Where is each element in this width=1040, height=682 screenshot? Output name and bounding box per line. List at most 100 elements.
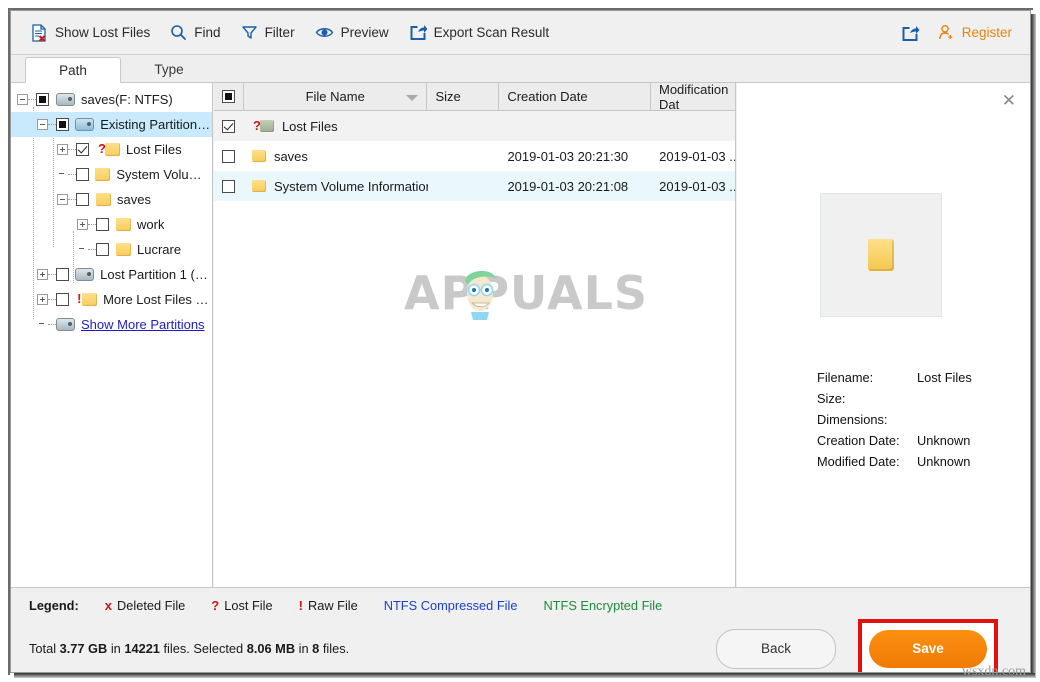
back-label: Back [760, 641, 791, 656]
tree-node[interactable]: Show More Partitions [11, 312, 212, 337]
legend-mark-icon: x [104, 598, 112, 613]
watermark-text: APPUALS [404, 266, 649, 320]
legend-label: Lost File [224, 598, 273, 613]
tree-node-label: More Lost Files (RA... [103, 292, 212, 307]
select-all-checkbox[interactable] [221, 90, 235, 103]
partition-tree[interactable]: saves(F: NTFS) Existing Partition (N... Lo… [11, 83, 212, 337]
tree-node[interactable]: Existing Partition (N... [11, 112, 212, 137]
tree-node-label: work [137, 217, 165, 232]
expand-icon[interactable] [77, 219, 88, 230]
share-icon[interactable] [901, 24, 920, 42]
header-file-name[interactable]: File Name [244, 83, 428, 110]
table-row[interactable]: System Volume Information 2019-01-03 20:2… [214, 171, 735, 201]
toolbar-label: Filter [264, 25, 295, 40]
sort-descending-icon[interactable] [406, 95, 419, 101]
tree-node-checkbox[interactable] [96, 243, 109, 256]
tree-node[interactable]: work [11, 212, 212, 237]
tree-node[interactable]: saves [11, 187, 212, 212]
cell-modification-date: 2019-01-03 ... [659, 178, 735, 194]
close-icon[interactable]: ✕ [1002, 91, 1016, 111]
header-label: Creation Date [507, 89, 588, 104]
tree-node[interactable]: More Lost Files (RA... [11, 287, 212, 312]
expand-icon[interactable] [57, 144, 68, 155]
row-checkbox[interactable] [222, 119, 236, 133]
row-checkbox-cell[interactable] [214, 179, 244, 193]
header-modification-date[interactable]: Modification Dat [651, 83, 735, 112]
window-shadow-right [1031, 14, 1036, 678]
partition-tree-pane[interactable]: saves(F: NTFS) Existing Partition (N... Lo… [11, 83, 213, 587]
tree-node-label: Lucrare [137, 242, 182, 257]
collapse-icon[interactable] [17, 94, 28, 105]
tree-node[interactable]: Lost Files [11, 137, 212, 162]
app-root: Show Lost Files Find Filter Preview Expo… [0, 0, 1040, 682]
tree-node-checkbox[interactable] [76, 143, 89, 156]
folder-lost-icon [253, 119, 274, 133]
tree-node-checkbox[interactable] [36, 93, 49, 106]
drive-blue-icon [75, 118, 95, 131]
folder-icon [96, 193, 111, 206]
preview-field: Size: [817, 388, 972, 409]
header-size[interactable]: Size [427, 83, 500, 110]
tree-connector [68, 198, 76, 201]
toolbar-label: Show Lost Files [55, 25, 151, 40]
funnel-icon [241, 24, 258, 41]
preview-field: Modified Date: Unknown [817, 451, 972, 472]
tree-node-checkbox[interactable] [96, 218, 109, 231]
tree-connector [28, 98, 36, 101]
folder-icon [116, 218, 131, 231]
tree-node[interactable]: Lost Partition 1 (FAT... [11, 262, 212, 287]
row-checkbox[interactable] [222, 149, 236, 163]
file-list-pane[interactable]: File Name Size Creation Date Modificatio… [214, 83, 736, 587]
table-row[interactable]: saves 2019-01-03 20:21:30 2019-01-03 ... [214, 141, 735, 171]
appuals-watermark: APPUALS [404, 263, 647, 323]
tree-node-checkbox[interactable] [76, 193, 89, 206]
tree-connector [88, 223, 96, 226]
preview-field: Creation Date: Unknown [817, 430, 972, 451]
save-label: Save [912, 641, 944, 656]
toolbar-preview[interactable]: Preview [307, 19, 397, 47]
tree-node-checkbox[interactable] [76, 168, 89, 181]
save-button[interactable]: Save [869, 629, 987, 668]
preview-field-key: Size: [817, 391, 846, 406]
tree-node-label: saves [117, 192, 151, 207]
tab-label: Path [59, 63, 87, 78]
tab-type[interactable]: Type [127, 57, 211, 83]
expand-icon[interactable] [37, 294, 48, 305]
collapse-icon[interactable] [57, 194, 68, 205]
tree-node-checkbox[interactable] [56, 268, 69, 281]
back-button[interactable]: Back [716, 628, 836, 669]
legend-title: Legend: [29, 598, 79, 613]
toolbar-export-scan-result[interactable]: Export Scan Result [401, 19, 558, 47]
preview-field-key: Dimensions: [817, 412, 888, 427]
watermark-face-icon [465, 270, 496, 320]
cell-creation-date: 2019-01-03 20:21:08 [507, 178, 629, 194]
toolbar-show-lost-files[interactable]: Show Lost Files [23, 19, 158, 47]
table-row[interactable]: Lost Files [214, 111, 735, 141]
legend-label: Deleted File [117, 598, 186, 613]
header-select-all[interactable] [214, 83, 244, 110]
row-checkbox[interactable] [222, 179, 236, 193]
legend-label: NTFS Encrypted File [543, 598, 663, 613]
row-checkbox-cell[interactable] [214, 119, 244, 133]
toolbar-find[interactable]: Find [162, 19, 228, 47]
register-button[interactable]: Register [938, 24, 1012, 41]
drive-icon [56, 93, 75, 106]
tree-node[interactable]: saves(F: NTFS) [11, 87, 212, 112]
collapse-icon[interactable] [37, 119, 48, 130]
tree-node-checkbox[interactable] [56, 293, 69, 306]
toolbar-filter[interactable]: Filter [233, 19, 303, 47]
tree-node[interactable]: System Volume ... [11, 162, 212, 187]
expand-icon[interactable] [37, 269, 48, 280]
preview-field: Filename: Lost Files [817, 367, 972, 388]
file-list-body[interactable]: Lost Files saves 2019-01-03 20:21:30 2019-0… [214, 111, 735, 201]
header-creation-date[interactable]: Creation Date [499, 83, 651, 110]
header-label: Size [435, 89, 461, 104]
tree-node-checkbox[interactable] [56, 118, 69, 131]
tree-node[interactable]: Lucrare [11, 237, 212, 262]
legend-mark-icon: ? [211, 598, 220, 613]
legend-item: x Deleted File [105, 598, 186, 613]
tab-path[interactable]: Path [25, 57, 121, 83]
tree-spacer [37, 319, 48, 330]
row-checkbox-cell[interactable] [214, 149, 244, 163]
tree-node-label[interactable]: Show More Partitions [81, 317, 205, 332]
